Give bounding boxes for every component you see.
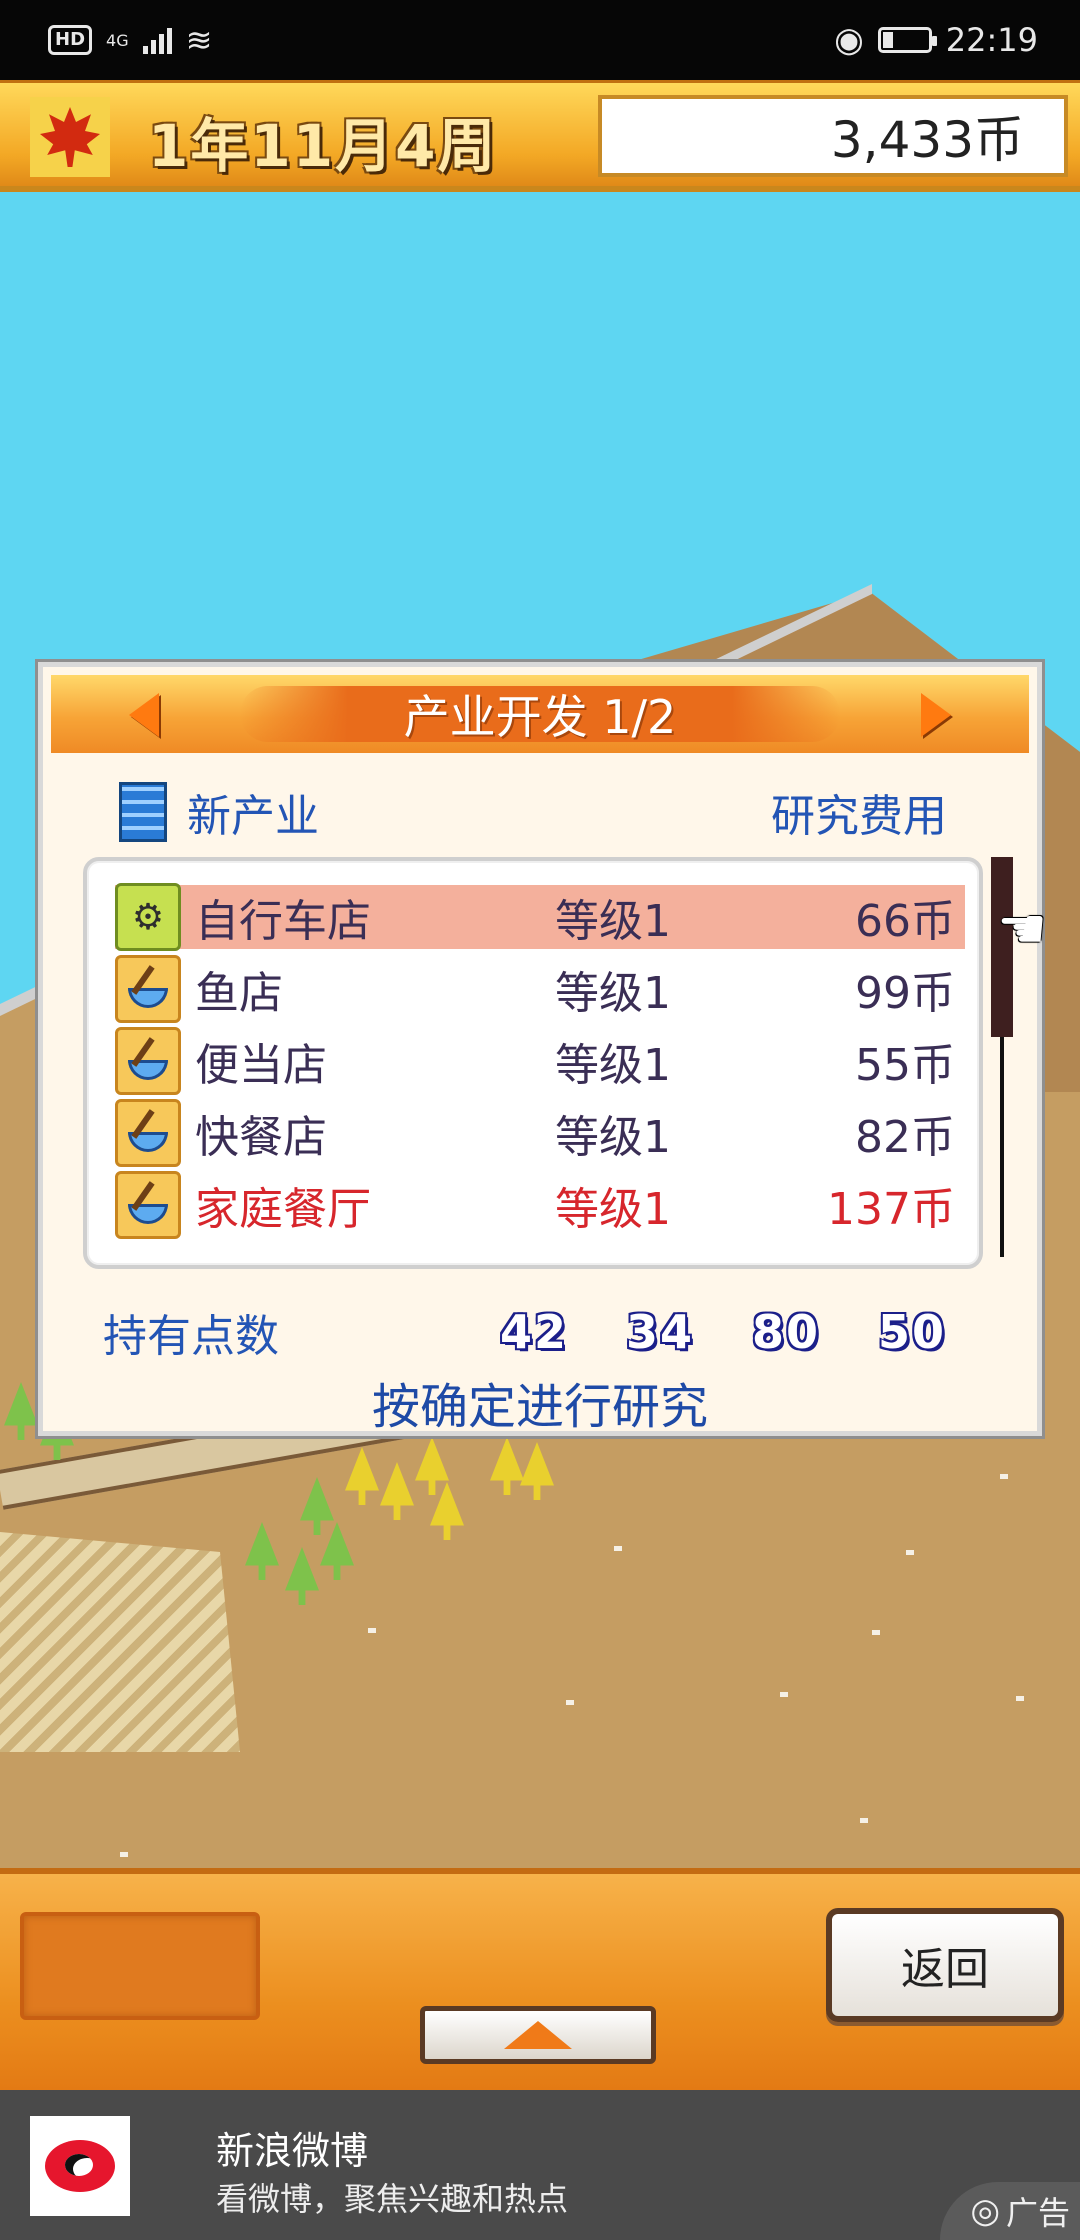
ground-dot <box>120 1852 128 1857</box>
item-level: 等级1 <box>555 1040 671 1091</box>
ground-dot <box>906 1550 914 1555</box>
point-value: 50 <box>877 1305 946 1359</box>
ad-tag[interactable]: ◎ 广告 <box>940 2182 1080 2240</box>
bottom-panel: 返回 <box>0 1868 1080 2090</box>
game-date: 1年11月4周 <box>148 112 498 180</box>
list-item[interactable]: ⚙ 自行车店 等级1 66币 <box>115 883 965 951</box>
list-item[interactable]: 便当店 等级1 55币 <box>115 1027 965 1095</box>
ground-dot <box>780 1692 788 1697</box>
category-row: 新产业 研究费用 <box>119 777 947 847</box>
dialog-header: 产业开发 1/2 <box>51 675 1029 753</box>
item-cost: 55币 <box>855 1040 955 1091</box>
ground-dot <box>860 1818 868 1823</box>
item-name: 便当店 <box>195 1040 327 1091</box>
maple-leaf-icon <box>30 97 110 177</box>
back-button[interactable]: 返回 <box>826 1908 1064 2022</box>
dialog-title: 产业开发 1/2 <box>403 690 677 744</box>
expand-menu-button[interactable] <box>420 2006 656 2064</box>
item-cost: 66币 <box>855 896 955 947</box>
cost-header: 研究费用 <box>771 791 947 842</box>
ground-dot <box>1000 1474 1008 1479</box>
battery-icon <box>877 27 937 53</box>
point-value: 34 <box>625 1305 694 1359</box>
bowl-icon <box>115 955 181 1023</box>
status-time: 22:19 <box>945 21 1038 59</box>
money-display: 3,433币 <box>598 95 1068 177</box>
points-row: 持有点数 42 34 80 50 <box>103 1297 977 1367</box>
item-cost: 99币 <box>855 968 955 1019</box>
next-page-arrow-icon[interactable] <box>921 693 951 737</box>
weibo-logo <box>30 2116 130 2216</box>
ad-title: 新浪微博 <box>216 2129 369 2173</box>
item-name: 自行车店 <box>195 896 371 947</box>
hd-badge: HD <box>48 25 93 55</box>
pointing-hand-icon: ☛ <box>997 897 1048 962</box>
item-name: 快餐店 <box>195 1112 327 1163</box>
building-icon <box>119 782 167 842</box>
ground-dot <box>872 1630 880 1635</box>
item-name: 鱼店 <box>195 968 283 1019</box>
industry-dialog: 产业开发 1/2 新产业 研究费用 ⚙ 自行车店 等级1 66币 鱼店 等级1 … <box>38 662 1047 1436</box>
prev-page-arrow-icon[interactable] <box>129 693 159 737</box>
points-values: 42 34 80 50 <box>495 1305 951 1359</box>
status-bar: HD 4G ≋ ◉ 22:19 <box>0 0 1080 80</box>
ground-dot <box>368 1628 376 1633</box>
item-level: 等级1 <box>555 968 671 1019</box>
list-item[interactable]: 快餐店 等级1 82币 <box>115 1099 965 1167</box>
item-name: 家庭餐厅 <box>195 1184 371 1235</box>
ad-info-icon: ◎ <box>970 2191 1000 2231</box>
item-cost: 137币 <box>827 1184 955 1235</box>
ground-dot <box>566 1700 574 1705</box>
industry-list: ⚙ 自行车店 等级1 66币 鱼店 等级1 99币 便当店 等级1 55币 快餐… <box>83 857 983 1269</box>
bowl-icon <box>115 1027 181 1095</box>
points-label: 持有点数 <box>103 1311 279 1362</box>
list-item[interactable]: 鱼店 等级1 99币 <box>115 955 965 1023</box>
cliff <box>0 1532 240 1752</box>
signal-icon <box>142 26 172 54</box>
item-cost: 82币 <box>855 1112 955 1163</box>
network-type: 4G <box>106 30 129 50</box>
ad-tag-label: 广告 <box>1005 2194 1070 2232</box>
eye-icon: ◉ <box>834 20 864 60</box>
category-label: 新产业 <box>187 791 319 842</box>
ground-dot <box>1016 1696 1024 1701</box>
info-slot <box>20 1912 260 2020</box>
research-hint: 按确定进行研究 <box>371 1379 708 1435</box>
list-item[interactable]: 家庭餐厅 等级1 137币 <box>115 1171 965 1239</box>
game-top-bar: 1年11月4周 3,433币 <box>0 80 1080 192</box>
ground-dot <box>614 1546 622 1551</box>
ad-subtitle: 看微博，聚焦兴趣和热点 <box>216 2180 569 2218</box>
item-level: 等级1 <box>555 896 671 947</box>
bowl-icon <box>115 1171 181 1239</box>
bowl-icon <box>115 1099 181 1167</box>
status-left: HD 4G ≋ <box>48 21 212 59</box>
point-value: 80 <box>751 1305 820 1359</box>
item-level: 等级1 <box>555 1184 671 1235</box>
point-value: 42 <box>499 1305 568 1359</box>
status-right: ◉ 22:19 <box>834 20 1038 60</box>
bicycle-icon: ⚙ <box>115 883 181 951</box>
ad-banner[interactable]: 新浪微博 看微博，聚焦兴趣和热点 ◎ 广告 <box>0 2090 1080 2240</box>
wifi-icon: ≋ <box>185 21 213 59</box>
up-arrow-icon <box>504 2021 572 2049</box>
item-level: 等级1 <box>555 1112 671 1163</box>
